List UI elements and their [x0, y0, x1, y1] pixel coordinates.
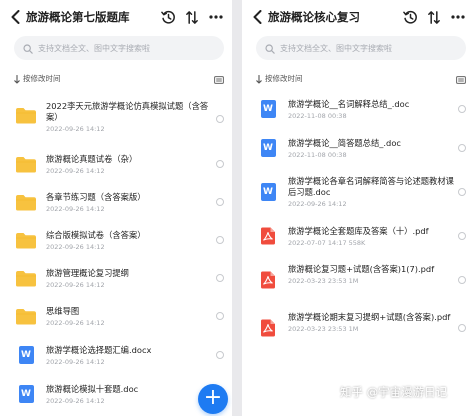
- sort-arrow-icon[interactable]: [256, 69, 262, 88]
- view-mode-icon[interactable]: [214, 69, 224, 88]
- list-item[interactable]: 旅游学概论全套题库及答案（十）.pdf 2022-07-07 14:17 558…: [242, 226, 474, 247]
- more-icon[interactable]: [448, 7, 468, 27]
- select-radio[interactable]: [216, 312, 224, 320]
- sort-label[interactable]: 按修改时间: [23, 73, 214, 84]
- item-meta: 2022-09-26 14:12: [46, 319, 105, 327]
- search-input[interactable]: 支持文档全文、图中文字搜索啦: [14, 36, 224, 60]
- sort-bar: 按修改时间: [0, 64, 232, 92]
- select-radio[interactable]: [458, 188, 466, 196]
- search-placeholder: 支持文档全文、图中文字搜索啦: [280, 43, 392, 53]
- word-file-icon: W: [256, 183, 280, 201]
- select-radio[interactable]: [458, 144, 466, 152]
- item-name: 旅游概论真题试卷（杂）: [46, 154, 138, 164]
- back-icon[interactable]: [8, 7, 22, 27]
- select-radio[interactable]: [216, 115, 224, 123]
- left-header: 旅游概论第七版题库: [0, 0, 232, 34]
- sort-arrow-icon[interactable]: [14, 69, 20, 88]
- history-icon[interactable]: [158, 7, 178, 27]
- page-title: 旅游概论核心复习: [268, 10, 360, 24]
- folder-icon: [14, 308, 38, 325]
- list-item[interactable]: 综合版模拟试卷（含答案） 2022-09-26 14:12: [0, 230, 232, 251]
- sort-icon[interactable]: [424, 7, 444, 27]
- select-radio[interactable]: [458, 324, 466, 332]
- sort-icon[interactable]: [182, 7, 202, 27]
- item-meta: 2022-11-08 00:38: [288, 151, 347, 159]
- item-name: 旅游管理概论复习提纲: [46, 268, 129, 278]
- more-icon[interactable]: [206, 7, 226, 27]
- select-radio[interactable]: [216, 198, 224, 206]
- item-name: 旅游学概论__名词解释总结_.doc: [288, 99, 410, 109]
- word-file-icon: W: [14, 385, 38, 403]
- select-radio[interactable]: [458, 105, 466, 113]
- item-meta: 2022-09-26 14:12: [46, 397, 105, 405]
- word-file-icon: W: [256, 139, 280, 157]
- item-name: 旅游学概论各章名词解释简答与论述题教材课后习题.doc: [288, 176, 454, 197]
- folder-icon: [14, 270, 38, 287]
- item-name: 旅游概论复习题+试题(含答案)1(7).pdf: [288, 264, 435, 274]
- pdf-file-icon: [256, 227, 280, 245]
- item-meta: 2022-09-26 14:12: [46, 167, 105, 175]
- list-item[interactable]: W 旅游学概论__名词解释总结_.doc 2022-11-08 00:38: [242, 99, 474, 120]
- left-pane: 旅游概论第七版题库 支持文档全文、图中文字搜索啦 按修改时间 2022李天元旅游…: [0, 0, 232, 416]
- item-meta: 2022-11-08 00:38: [288, 112, 347, 120]
- item-name: 旅游学概论选择题汇编.docx: [46, 345, 152, 355]
- search-input[interactable]: 支持文档全文、图中文字搜索啦: [256, 36, 466, 60]
- list-item[interactable]: 思维导图 2022-09-26 14:12: [0, 306, 232, 327]
- item-name: 综合版模拟试卷（含答案）: [46, 230, 146, 240]
- list-item[interactable]: 旅游概论复习题+试题(含答案)1(7).pdf 2022-03-23 23:53…: [242, 264, 474, 289]
- word-file-icon: W: [14, 346, 38, 364]
- list-item[interactable]: 旅游学概论期末复习提纲+试题(含答案).pdf 2022-03-23 23:53…: [242, 312, 474, 337]
- select-radio[interactable]: [216, 160, 224, 168]
- add-button[interactable]: +: [198, 384, 228, 414]
- item-name: 旅游学概论期末复习提纲+试题(含答案).pdf: [288, 312, 451, 322]
- watermark: 知乎 @宇宙漫游日记: [340, 385, 448, 399]
- back-icon[interactable]: [250, 7, 264, 27]
- list-item[interactable]: 2022李天元旅游学概论仿真模拟试题（含答案） 2022-09-26 14:12: [0, 101, 232, 133]
- sort-label[interactable]: 按修改时间: [265, 73, 456, 84]
- item-meta: 2022-09-26 14:12: [46, 281, 105, 289]
- select-radio[interactable]: [458, 232, 466, 240]
- select-radio[interactable]: [458, 276, 466, 284]
- item-meta: 2022-09-26 14:12: [46, 125, 105, 133]
- word-file-icon: W: [256, 100, 280, 118]
- item-meta: 2022-03-23 23:53 1M: [288, 277, 359, 285]
- list-item[interactable]: 旅游概论真题试卷（杂） 2022-09-26 14:12: [0, 154, 232, 175]
- folder-icon: [14, 156, 38, 173]
- item-meta: 2022-09-26 14:12: [46, 243, 105, 251]
- right-header: 旅游概论核心复习: [242, 0, 474, 34]
- sort-bar: 按修改时间: [242, 64, 474, 92]
- item-name: 旅游学概论__简答题总结_.doc: [288, 138, 401, 148]
- select-radio[interactable]: [216, 351, 224, 359]
- list-item[interactable]: W 旅游学概论选择题汇编.docx 2022-09-26 14:12: [0, 345, 232, 366]
- folder-icon: [14, 194, 38, 211]
- pdf-file-icon: [256, 319, 280, 337]
- right-pane: 旅游概论核心复习 支持文档全文、图中文字搜索啦 按修改时间 W 旅游学概论__名…: [242, 0, 474, 416]
- search-placeholder: 支持文档全文、图中文字搜索啦: [38, 43, 150, 53]
- list-item[interactable]: W 旅游概论模拟十套题.doc 2022-09-26 14:12: [0, 384, 232, 405]
- search-icon: [23, 39, 33, 58]
- folder-icon: [14, 107, 38, 124]
- select-radio[interactable]: [216, 236, 224, 244]
- view-mode-icon[interactable]: [456, 69, 466, 88]
- select-radio[interactable]: [216, 274, 224, 282]
- item-name: 2022李天元旅游学概论仿真模拟试题（含答案）: [46, 101, 209, 122]
- search-icon: [265, 39, 275, 58]
- list-item[interactable]: W 旅游学概论各章名词解释简答与论述题教材课后习题.doc 2022-09-26…: [242, 176, 474, 208]
- item-name: 思维导图: [46, 306, 80, 316]
- history-icon[interactable]: [400, 7, 420, 27]
- item-name: 各章节练习题（含答案版）: [46, 192, 146, 202]
- page-title: 旅游概论第七版题库: [26, 10, 130, 24]
- folder-icon: [14, 232, 38, 249]
- list-item[interactable]: W 旅游学概论__简答题总结_.doc 2022-11-08 00:38: [242, 138, 474, 159]
- item-meta: 2022-03-23 23:53 1M: [288, 325, 359, 333]
- item-meta: 2022-09-26 14:12: [46, 358, 105, 366]
- item-meta: 2022-07-07 14:17 558K: [288, 239, 366, 247]
- pdf-file-icon: [256, 271, 280, 289]
- item-meta: 2022-09-26 14:12: [288, 200, 347, 208]
- list-item[interactable]: 旅游管理概论复习提纲 2022-09-26 14:12: [0, 268, 232, 289]
- item-name: 旅游学概论全套题库及答案（十）.pdf: [288, 226, 429, 236]
- item-name: 旅游概论模拟十套题.doc: [46, 384, 139, 394]
- item-meta: 2022-09-26 14:12: [46, 205, 105, 213]
- list-item[interactable]: 各章节练习题（含答案版） 2022-09-26 14:12: [0, 192, 232, 213]
